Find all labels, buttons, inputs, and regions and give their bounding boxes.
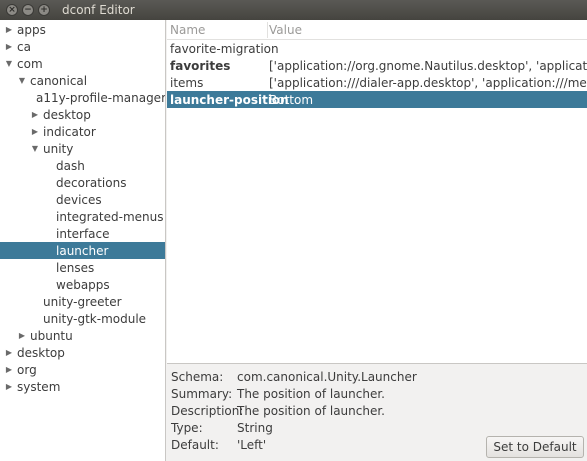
tree-item-label: canonical (30, 73, 88, 88)
tree-item-label: launcher (56, 243, 109, 258)
description-value: The position of launcher. (237, 404, 385, 418)
default-value: 'Left' (237, 438, 267, 452)
tree-item-label: webapps (56, 277, 110, 292)
schema-label: Schema: (171, 370, 224, 384)
tree-item-label: integrated-menus (56, 209, 164, 224)
tree-item-label: indicator (43, 124, 96, 139)
tree-item[interactable]: unity-greeter (0, 293, 165, 310)
summary-value: The position of launcher. (237, 387, 385, 401)
tree-item-label: desktop (43, 107, 91, 122)
expander-icon[interactable]: ▶ (30, 127, 40, 136)
tree-item[interactable]: dash (0, 157, 165, 174)
key-name: favorites (170, 58, 231, 73)
description-label: Description: (171, 404, 244, 418)
column-header-name[interactable]: Name (167, 20, 205, 40)
tree-item-label: desktop (17, 345, 65, 360)
tree-item-label: dash (56, 158, 85, 173)
tree-item[interactable]: ▶ ubuntu (0, 327, 165, 344)
tree-item-label: ca (17, 39, 31, 54)
key-value[interactable]: Bottom (269, 93, 313, 107)
set-to-default-button[interactable]: Set to Default (486, 436, 584, 458)
tree-item-label: unity-greeter (43, 294, 122, 309)
maximize-icon[interactable]: + (38, 4, 50, 16)
tree-item-label: system (17, 379, 61, 394)
expander-icon[interactable]: ▶ (4, 365, 14, 374)
expander-icon[interactable]: ▶ (4, 348, 14, 357)
schema-value: com.canonical.Unity.Launcher (237, 370, 417, 384)
key-name: favorite-migration (170, 41, 279, 56)
tree-item-label: com (17, 56, 43, 71)
expander-icon[interactable]: ▶ (4, 25, 14, 34)
tree-item[interactable]: ▼ com (0, 55, 165, 72)
expander-icon[interactable]: ▶ (4, 382, 14, 391)
tree-item-label: unity (43, 141, 74, 156)
tree-item-label: unity-gtk-module (43, 311, 147, 326)
tree-item-selected[interactable]: launcher (0, 242, 165, 259)
tree-item[interactable]: ▶ org (0, 361, 165, 378)
keys-table[interactable]: Name Value favorite-migration favorites … (167, 20, 587, 363)
close-icon[interactable]: × (6, 4, 18, 16)
tree-item[interactable]: interface (0, 225, 165, 242)
expander-icon[interactable]: ▼ (30, 144, 40, 153)
tree-item[interactable]: ▶ indicator (0, 123, 165, 140)
expander-icon[interactable]: ▶ (4, 42, 14, 51)
default-label: Default: (171, 438, 219, 452)
tree-item[interactable]: webapps (0, 276, 165, 293)
tree-item[interactable]: ▶ ca (0, 38, 165, 55)
tree-item[interactable]: ▼ canonical (0, 72, 165, 89)
key-row-selected[interactable]: launcher-position Bottom (167, 91, 587, 108)
tree-item-label: interface (56, 226, 110, 241)
keys-table-header: Name Value (167, 20, 587, 40)
tree-item[interactable]: ▼ unity (0, 140, 165, 157)
tree-item-label: decorations (56, 175, 127, 190)
tree-item[interactable]: devices (0, 191, 165, 208)
type-value: String (237, 421, 273, 435)
minimize-icon[interactable]: − (22, 4, 34, 16)
tree-item-label: a11y-profile-manager (35, 90, 166, 105)
tree-item-label: apps (17, 22, 46, 37)
tree-item[interactable]: unity-gtk-module (0, 310, 165, 327)
key-name: items (170, 75, 204, 90)
tree-item[interactable]: a11y-profile-manager (0, 89, 166, 106)
type-label: Type: (171, 421, 203, 435)
column-header-value[interactable]: Value (266, 20, 302, 40)
key-row[interactable]: items ['application:///dialer-app.deskto… (167, 74, 587, 91)
tree-item-label: devices (56, 192, 102, 207)
tree-item-label: org (17, 362, 37, 377)
key-value[interactable]: ['application://org.gnome.Nautilus.deskt… (269, 59, 587, 73)
expander-icon[interactable]: ▶ (30, 110, 40, 119)
tree-item-label: ubuntu (30, 328, 73, 343)
summary-label: Summary: (171, 387, 233, 401)
tree-item[interactable]: decorations (0, 174, 165, 191)
tree-item[interactable]: ▶ apps (0, 21, 165, 38)
window-title: dconf Editor (62, 3, 135, 17)
key-row[interactable]: favorites ['application://org.gnome.Naut… (167, 57, 587, 74)
schema-tree[interactable]: ▶ apps ▶ ca ▼ com ▼ canonical a11y-profile-m… (0, 20, 166, 461)
key-details-panel: Schema: com.canonical.Unity.Launcher Sum… (167, 363, 587, 461)
expander-icon[interactable]: ▶ (17, 331, 27, 340)
tree-item[interactable]: lenses (0, 259, 165, 276)
expander-icon[interactable]: ▼ (17, 76, 27, 85)
tree-item[interactable]: ▶ system (0, 378, 165, 395)
tree-item[interactable]: ▶ desktop (0, 106, 165, 123)
tree-item[interactable]: ▶ desktop (0, 344, 165, 361)
expander-icon[interactable]: ▼ (4, 59, 14, 68)
tree-item-label: lenses (56, 260, 95, 275)
key-row[interactable]: favorite-migration (167, 40, 587, 57)
tree-item[interactable]: integrated-menus (0, 208, 165, 225)
title-bar: × − + dconf Editor (0, 0, 587, 20)
key-value[interactable]: ['application:///dialer-app.desktop', 'a… (269, 76, 587, 90)
